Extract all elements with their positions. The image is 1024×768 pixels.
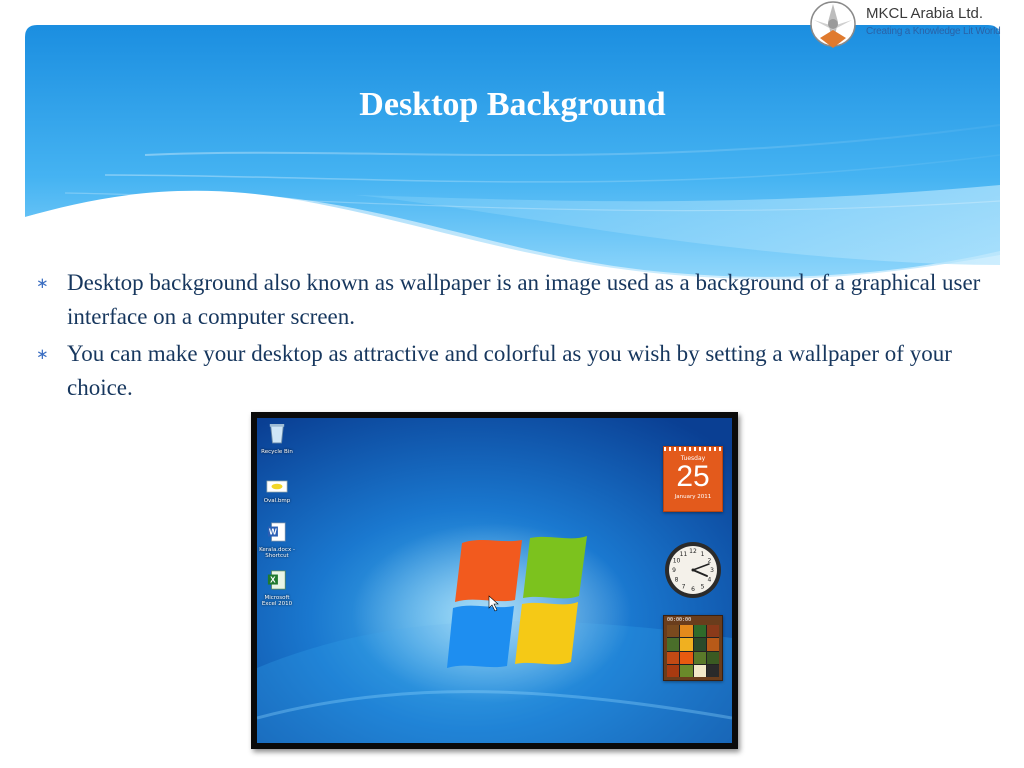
company-logo: MKCL Arabia Ltd. Creating a Knowledge Li… [806, 0, 1024, 52]
calendar-month-year: January 2011 [674, 494, 712, 500]
clock-numeral: 5 [701, 584, 705, 591]
logo-name: MKCL Arabia Ltd. [866, 5, 984, 22]
puzzle-timer: 00:00:00 [667, 617, 692, 623]
clock-numeral: 6 [691, 586, 695, 593]
title-banner [25, 25, 1000, 293]
windows-wallpaper [257, 418, 732, 743]
logo-tagline: Creating a Knowledge Lit World [866, 26, 1001, 37]
puzzle-tile[interactable] [706, 625, 719, 638]
desktop-icon-label: Microsoft Excel 2010 [261, 595, 293, 607]
clock-numeral: 2 [708, 558, 712, 565]
desktop-icon-label: Kerala.docx - Shortcut [259, 547, 295, 559]
desktop-icon-recycle-bin[interactable]: Recycle Bin [257, 422, 297, 455]
bitmap-file-icon [266, 480, 288, 493]
bullet-list: ∗ Desktop background also known as wallp… [36, 266, 996, 408]
puzzle-tile[interactable] [680, 651, 693, 664]
puzzle-grid [667, 625, 719, 677]
puzzle-tile[interactable] [693, 664, 706, 677]
word-document-icon: W [267, 522, 286, 542]
svg-text:W: W [269, 528, 277, 537]
clock-numeral: 12 [689, 548, 697, 555]
puzzle-tile[interactable] [680, 638, 693, 651]
bullet-text: You can make your desktop as attractive … [67, 341, 952, 400]
clock-numeral: 1 [701, 551, 705, 558]
recycle-bin-icon [269, 424, 285, 444]
desktop-icon-kerala-docx[interactable]: W Kerala.docx - Shortcut [257, 522, 297, 559]
desktop-icon-label: Oval.bmp [263, 498, 291, 504]
clock-numeral: 9 [672, 567, 676, 574]
calendar-rings [664, 447, 722, 451]
logo-emblem-icon [810, 1, 856, 48]
bullet-asterisk-icon: ∗ [36, 345, 49, 363]
clock-numeral: 11 [680, 551, 688, 558]
puzzle-tile[interactable] [667, 625, 680, 638]
desktop-screenshot: Recycle Bin Oval.bmp W Kerala.docx - Sho… [251, 412, 738, 749]
desktop-icon-excel[interactable]: X Microsoft Excel 2010 [257, 570, 297, 607]
clock-numeral: 7 [682, 584, 686, 591]
bullet-item: ∗ Desktop background also known as wallp… [36, 266, 996, 334]
clock-numeral: 4 [708, 577, 712, 584]
clock-gadget[interactable]: 12 12 3 45678 9 1011 [663, 540, 723, 600]
svg-text:X: X [270, 576, 276, 585]
slide-title: Desktop Background [359, 86, 666, 123]
bullet-asterisk-icon: ∗ [36, 274, 49, 292]
desktop-screen: Recycle Bin Oval.bmp W Kerala.docx - Sho… [257, 418, 732, 743]
puzzle-tile[interactable] [693, 638, 706, 651]
puzzle-tile[interactable] [667, 651, 680, 664]
bullet-item: ∗ You can make your desktop as attractiv… [36, 337, 996, 405]
desktop-icon-oval-bmp[interactable]: Oval.bmp [257, 480, 297, 504]
puzzle-tile[interactable] [706, 664, 719, 677]
excel-icon: X [267, 570, 286, 590]
puzzle-tile[interactable] [667, 638, 680, 651]
clock-numeral: 8 [675, 577, 679, 584]
clock-numeral: 10 [673, 558, 681, 565]
puzzle-tile[interactable] [680, 664, 693, 677]
puzzle-tile[interactable] [693, 625, 706, 638]
puzzle-tile[interactable] [667, 664, 680, 677]
clock-numeral: 3 [710, 567, 714, 574]
puzzle-tile[interactable] [706, 638, 719, 651]
puzzle-tile[interactable] [706, 651, 719, 664]
bullet-text: Desktop background also known as wallpap… [67, 270, 981, 329]
puzzle-tile[interactable] [693, 651, 706, 664]
calendar-gadget[interactable]: Tuesday 25 January 2011 [663, 446, 723, 512]
picture-puzzle-gadget[interactable]: 00:00:00 [663, 615, 723, 681]
calendar-day: 25 [676, 460, 710, 493]
puzzle-tile[interactable] [680, 625, 693, 638]
desktop-icon-label: Recycle Bin [261, 449, 293, 455]
